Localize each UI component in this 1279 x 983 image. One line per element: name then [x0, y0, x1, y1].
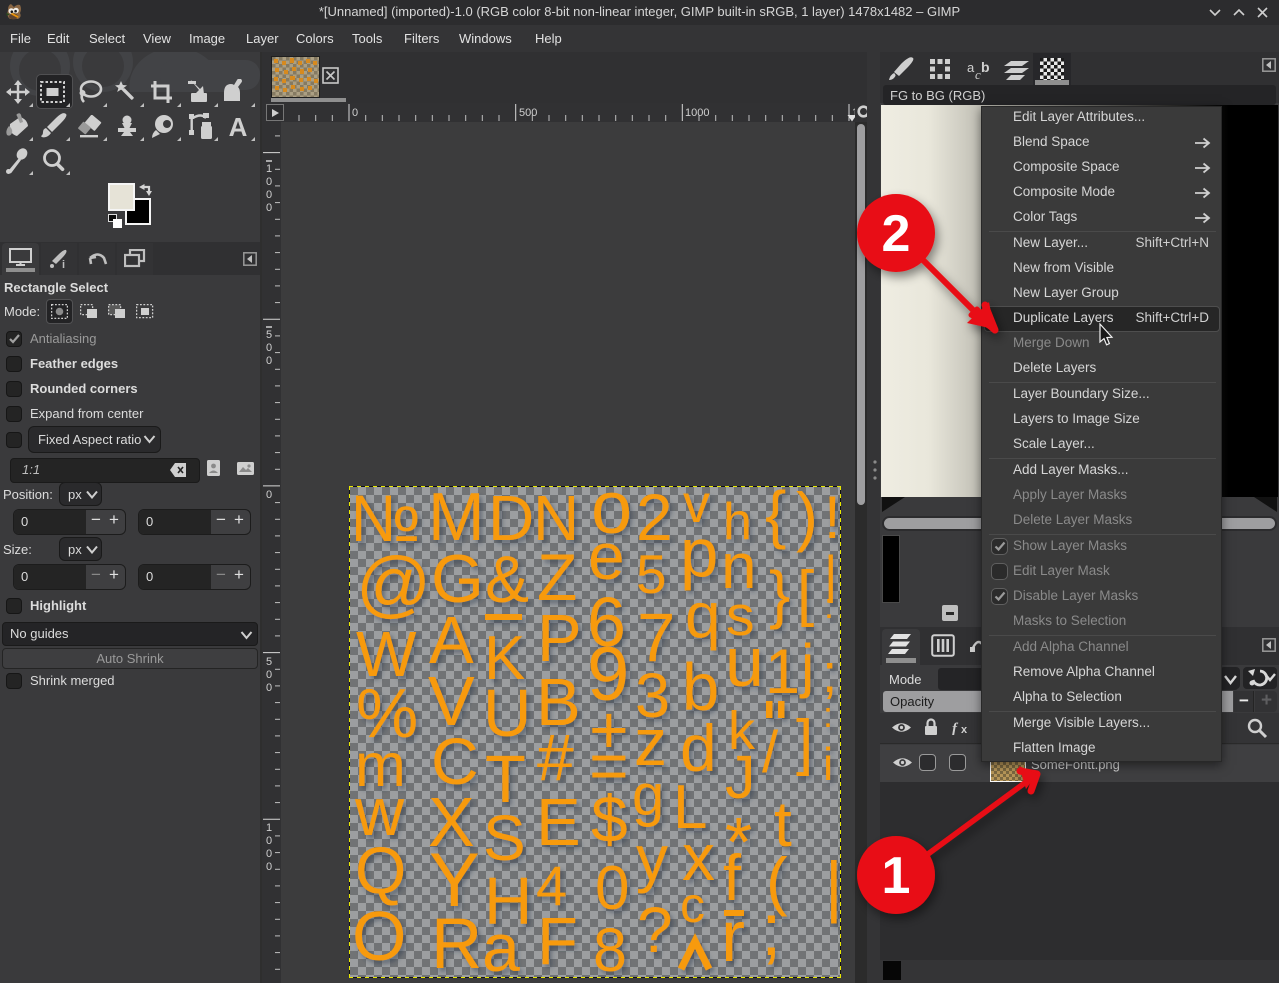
svg-text:j: j	[799, 632, 814, 699]
svg-text:0: 0	[266, 861, 272, 873]
svg-text:{: {	[765, 487, 786, 550]
svg-text:e: e	[588, 519, 625, 593]
svg-text:500: 500	[519, 107, 537, 119]
svg-text:J: J	[725, 743, 756, 811]
svg-text:0: 0	[266, 202, 272, 214]
svg-text:?: ?	[637, 894, 673, 966]
svg-text:y: y	[636, 822, 668, 894]
svg-text:#: #	[537, 720, 574, 794]
svg-text:0: 0	[266, 355, 272, 367]
svg-text:A: A	[229, 114, 248, 139]
svg-text:$: $	[591, 782, 628, 856]
svg-text:5: 5	[636, 543, 667, 605]
svg-text:i: i	[823, 738, 833, 790]
svg-text::: :	[824, 585, 834, 626]
svg-text:}: }	[769, 558, 790, 630]
svg-text:0: 0	[266, 669, 272, 681]
svg-text:0: 0	[266, 189, 272, 201]
svg-text:a: a	[967, 60, 975, 75]
svg-text:/: /	[762, 720, 779, 785]
svg-text:0: 0	[266, 848, 272, 860]
svg-text:0: 0	[266, 489, 272, 501]
svg-text:0: 0	[352, 107, 358, 119]
svg-text:1: 1	[266, 163, 272, 175]
svg-text:]: ]	[796, 708, 813, 777]
svg-text:0: 0	[266, 176, 272, 188]
svg-text:0: 0	[266, 682, 272, 694]
svg-text:0: 0	[266, 342, 272, 354]
svg-text:!: !	[824, 487, 840, 551]
svg-text:f: f	[952, 721, 959, 735]
svg-text:1: 1	[266, 822, 272, 834]
svg-text:c: c	[680, 877, 705, 933]
svg-text:): )	[796, 487, 818, 553]
svg-text:q: q	[685, 579, 721, 651]
svg-text::: :	[823, 694, 833, 735]
svg-text:g: g	[632, 763, 664, 828]
svg-text:r: r	[721, 897, 745, 977]
svg-text:&: &	[485, 542, 529, 616]
svg-text:F: F	[537, 904, 578, 978]
svg-text:R: R	[431, 905, 482, 978]
svg-text:u: u	[725, 623, 764, 701]
svg-text:|: |	[825, 848, 840, 924]
svg-text:1000: 1000	[685, 107, 709, 119]
svg-text:;: ;	[761, 888, 782, 971]
svg-text:b: b	[981, 60, 990, 75]
svg-text:[: [	[797, 559, 814, 628]
svg-text:0: 0	[595, 854, 629, 923]
svg-text:a: a	[482, 910, 520, 978]
svg-text:1: 1	[765, 637, 800, 707]
svg-text:E: E	[536, 785, 581, 860]
svg-text:@: @	[356, 542, 431, 625]
svg-text:Q: Q	[355, 833, 406, 907]
svg-text:5: 5	[266, 656, 272, 668]
svg-text:x: x	[961, 724, 968, 735]
svg-text:0: 0	[266, 835, 272, 847]
svg-text:U: U	[483, 676, 531, 751]
svg-text:8: 8	[593, 916, 627, 978]
svg-text:O: O	[352, 897, 406, 975]
svg-text:5: 5	[266, 329, 272, 341]
svg-text:i: i	[62, 259, 65, 269]
